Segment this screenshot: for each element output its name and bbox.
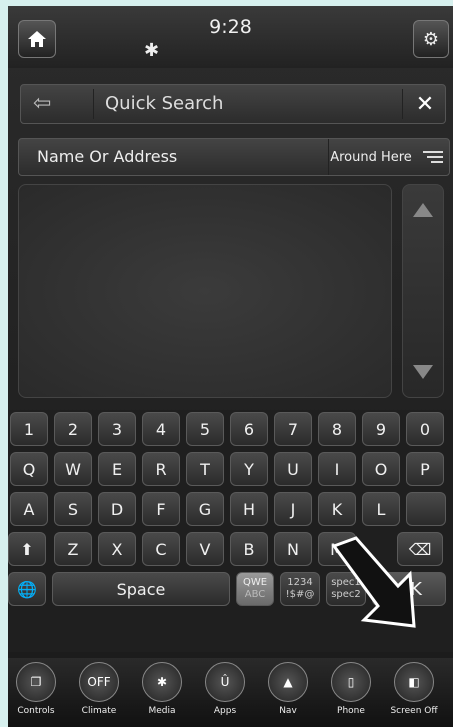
key-i[interactable]: I: [318, 452, 356, 486]
key-y[interactable]: Y: [230, 452, 268, 486]
key-v[interactable]: V: [186, 532, 224, 566]
key-g[interactable]: G: [186, 492, 224, 526]
key-blank[interactable]: [406, 492, 446, 526]
shift-arrow-icon: ⬆: [20, 539, 34, 559]
key-d[interactable]: D: [98, 492, 136, 526]
climate-icon: OFF: [79, 662, 119, 702]
media-bluetooth-icon: ✱: [142, 662, 182, 702]
name-or-address-field[interactable]: Name Or Address Around Here: [18, 138, 450, 176]
dock-label: Climate: [81, 706, 117, 716]
dock-item-media[interactable]: ✱ Media: [136, 662, 188, 716]
shift-key[interactable]: ⬆: [8, 532, 46, 566]
key-5[interactable]: 5: [186, 412, 224, 446]
key-2[interactable]: 2: [54, 412, 92, 446]
key-x[interactable]: X: [98, 532, 136, 566]
key-f[interactable]: F: [142, 492, 180, 526]
scroll-down-icon[interactable]: [413, 365, 433, 379]
key-s[interactable]: S: [54, 492, 92, 526]
results-list: [18, 184, 392, 398]
clock: 9:28: [209, 16, 252, 38]
key-p[interactable]: P: [406, 452, 444, 486]
key-q[interactable]: Q: [10, 452, 48, 486]
name-or-address-label: Name Or Address: [37, 147, 178, 166]
key-7[interactable]: 7: [274, 412, 312, 446]
dock-label: Nav: [279, 706, 297, 716]
settings-button[interactable]: ⚙: [413, 20, 449, 58]
space-key[interactable]: Space: [52, 572, 230, 606]
dock-label: Media: [148, 706, 176, 716]
dock-label: Controls: [17, 706, 55, 716]
back-arrow-icon[interactable]: ⇦: [33, 91, 51, 116]
key-4[interactable]: 4: [142, 412, 180, 446]
key-h[interactable]: H: [230, 492, 268, 526]
close-icon: ✕: [415, 91, 435, 117]
key-u[interactable]: U: [274, 452, 312, 486]
key-n[interactable]: N: [274, 532, 312, 566]
nav-icon: ▲: [268, 662, 308, 702]
phone-icon: ▯: [331, 662, 371, 702]
dock-item-phone[interactable]: ▯ Phone: [325, 662, 377, 716]
dock-item-nav[interactable]: ▲ Nav: [262, 662, 314, 716]
key-l[interactable]: L: [362, 492, 400, 526]
dock-label: Screen Off: [390, 706, 438, 716]
key-6[interactable]: 6: [230, 412, 268, 446]
key-9[interactable]: 9: [362, 412, 400, 446]
filter-menu-icon[interactable]: [419, 145, 447, 169]
apps-icon: Û: [205, 662, 245, 702]
key-z[interactable]: Z: [54, 532, 92, 566]
dock-label: Apps: [213, 706, 237, 716]
language-key[interactable]: 🌐: [8, 572, 46, 606]
key-0[interactable]: 0: [406, 412, 444, 446]
dock-item-climate[interactable]: OFF Climate: [73, 662, 125, 716]
close-button[interactable]: ✕: [405, 85, 445, 123]
key-c[interactable]: C: [142, 532, 180, 566]
results-scrollbar[interactable]: [402, 184, 444, 398]
key-k[interactable]: K: [318, 492, 356, 526]
qwe-abc-key[interactable]: QWE ABC: [236, 572, 274, 606]
numbers-symbols-key[interactable]: 1234 !$#@: [280, 572, 320, 606]
key-j[interactable]: J: [274, 492, 312, 526]
pointer-arrow-annotation: [331, 536, 416, 628]
status-bar: 9:28 ✱ ⚙: [8, 6, 453, 68]
key-b[interactable]: B: [230, 532, 268, 566]
dock-item-screen-off[interactable]: ◧ Screen Off: [388, 662, 440, 716]
controls-icon: ❐: [16, 662, 56, 702]
gear-icon: ⚙: [422, 28, 440, 50]
key-o[interactable]: O: [362, 452, 400, 486]
dock-label: Phone: [337, 706, 365, 716]
search-title: Quick Search: [105, 93, 224, 114]
key-t[interactable]: T: [186, 452, 224, 486]
key-3[interactable]: 3: [98, 412, 136, 446]
search-header: ⇦ Quick Search ✕: [20, 84, 446, 124]
around-here-button[interactable]: Around Here: [328, 139, 413, 175]
globe-icon: 🌐: [17, 579, 37, 599]
key-e[interactable]: E: [98, 452, 136, 486]
key-8[interactable]: 8: [318, 412, 356, 446]
scroll-up-icon[interactable]: [413, 203, 433, 217]
dock-item-controls[interactable]: ❐ Controls: [10, 662, 62, 716]
bluetooth-status-icon: ✱: [144, 40, 160, 61]
key-r[interactable]: R: [142, 452, 180, 486]
key-a[interactable]: A: [10, 492, 48, 526]
key-1[interactable]: 1: [10, 412, 48, 446]
bottom-dock: ❐ Controls OFF Climate ✱ Media Û Apps ▲ Nav ▯ Phone…: [8, 658, 453, 727]
dock-item-apps[interactable]: Û Apps: [199, 662, 251, 716]
uconnect-screen: 9:28 ✱ ⚙ ⇦ Quick Search ✕ Name Or Addres…: [8, 6, 453, 727]
screen-off-icon: ◧: [394, 662, 434, 702]
key-w[interactable]: W: [54, 452, 92, 486]
